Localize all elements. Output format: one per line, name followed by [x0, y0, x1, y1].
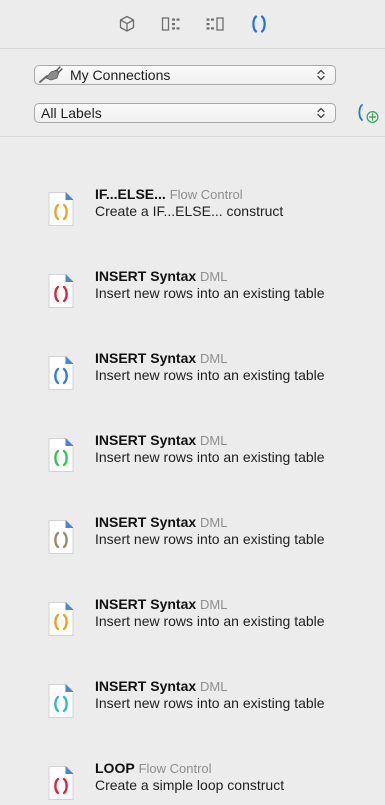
- snippet-doc-icon: [46, 273, 76, 309]
- connections-popup-value: My Connections: [70, 67, 171, 83]
- snippet-doc-icon: [46, 519, 76, 555]
- labels-popup-value: All Labels: [41, 105, 102, 121]
- plug-icon: [38, 66, 64, 84]
- snippet-title-line: INSERT Syntax DML: [95, 596, 227, 613]
- snippet-title-line: IF...ELSE... Flow Control: [95, 186, 243, 203]
- columns-icon[interactable]: [203, 12, 227, 36]
- snippet-description: Insert new rows into an existing table: [95, 695, 325, 711]
- snippet-title-line: INSERT Syntax DML: [95, 514, 227, 531]
- snippet-description: Insert new rows into an existing table: [95, 613, 325, 629]
- snippet-doc-icon: [46, 601, 76, 637]
- snippet-title-line: INSERT Syntax DML: [95, 678, 227, 695]
- snippet-description: Create a simple loop construct: [95, 777, 285, 793]
- schema-icon[interactable]: [159, 12, 183, 36]
- snippet-category: DML: [200, 351, 228, 366]
- snippet-item[interactable]: INSERT Syntax DML Insert new rows into an…: [0, 513, 385, 595]
- snippet-title-line: INSERT Syntax DML: [95, 268, 227, 285]
- snippet-description: Insert new rows into an existing table: [95, 531, 325, 547]
- snippet-title: INSERT Syntax: [95, 678, 197, 694]
- snippet-description: Insert new rows into an existing table: [95, 285, 325, 301]
- snippet-title-line: LOOP Flow Control: [95, 760, 212, 777]
- snippet-list: IF...ELSE... Flow Control Create a IF...E…: [0, 137, 385, 805]
- snippet-item[interactable]: INSERT Syntax DML Insert new rows into an…: [0, 267, 385, 349]
- snippet-category: DML: [200, 597, 228, 612]
- snippet-doc-icon: [46, 191, 76, 227]
- snippet-title: INSERT Syntax: [95, 432, 197, 448]
- labels-popup[interactable]: All Labels: [34, 103, 336, 123]
- snippet-description: Insert new rows into an existing table: [95, 449, 325, 465]
- snippet-title: IF...ELSE...: [95, 186, 166, 202]
- snippet-category: Flow Control: [169, 187, 243, 202]
- snippets-panel: My Connections All Labels IF...ELSE... F…: [0, 0, 385, 805]
- snippet-title: LOOP: [95, 760, 135, 776]
- snippet-doc-icon: [46, 683, 76, 719]
- snippet-item[interactable]: INSERT Syntax DML Insert new rows into an…: [0, 595, 385, 677]
- snippet-description: Insert new rows into an existing table: [95, 367, 325, 383]
- snippet-item[interactable]: INSERT Syntax DML Insert new rows into an…: [0, 431, 385, 513]
- chevron-updown-icon: [313, 67, 329, 83]
- connections-popup[interactable]: My Connections: [34, 65, 336, 85]
- snippet-title: INSERT Syntax: [95, 268, 197, 284]
- toolbar-divider: [0, 48, 385, 49]
- snippet-item[interactable]: INSERT Syntax DML Insert new rows into an…: [0, 349, 385, 431]
- snippet-category: DML: [200, 515, 228, 530]
- snippet-description: Create a IF...ELSE... construct: [95, 203, 284, 219]
- snippet-category: DML: [200, 679, 228, 694]
- snippet-title: INSERT Syntax: [95, 596, 197, 612]
- snippet-doc-icon: [46, 765, 76, 801]
- snippet-title: INSERT Syntax: [95, 514, 197, 530]
- sidebar-toolbar: [0, 0, 385, 48]
- snippet-doc-icon: [46, 437, 76, 473]
- snippet-doc-icon: [46, 355, 76, 391]
- snippet-item[interactable]: LOOP Flow Control Create a simple loop co…: [0, 759, 385, 805]
- add-label-icon[interactable]: [356, 102, 382, 124]
- snippet-category: DML: [200, 269, 228, 284]
- snippets-icon[interactable]: [247, 12, 271, 36]
- snippet-item[interactable]: INSERT Syntax DML Insert new rows into an…: [0, 677, 385, 759]
- snippet-title: INSERT Syntax: [95, 350, 197, 366]
- snippet-category: DML: [200, 433, 228, 448]
- snippet-title-line: INSERT Syntax DML: [95, 432, 227, 449]
- cube-icon[interactable]: [115, 12, 139, 36]
- chevron-updown-icon: [313, 105, 329, 121]
- snippet-category: Flow Control: [138, 761, 212, 776]
- snippet-item[interactable]: IF...ELSE... Flow Control Create a IF...E…: [0, 185, 385, 267]
- snippet-title-line: INSERT Syntax DML: [95, 350, 227, 367]
